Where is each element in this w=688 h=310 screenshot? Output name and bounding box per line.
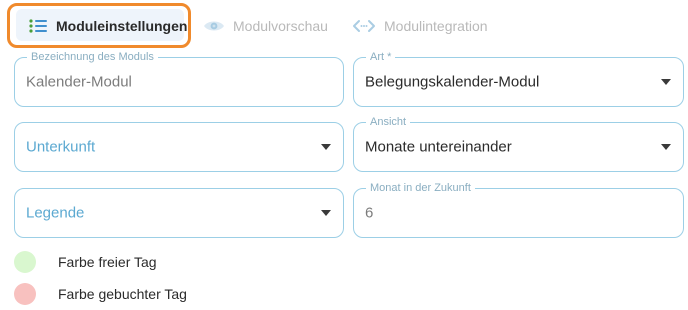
art-select[interactable]: Art * Belegungskalender-Modul [353, 50, 684, 107]
chevron-down-icon [321, 144, 331, 150]
chevron-down-icon [321, 210, 331, 216]
tab-label: Modulvorschau [233, 18, 328, 34]
bezeichnung-field[interactable]: Bezeichnung des Moduls Kalender-Modul [14, 50, 344, 107]
eye-icon [203, 18, 225, 34]
tab-label: Moduleinstellungen [56, 18, 188, 34]
field-legend: Art * [366, 50, 396, 64]
chevron-down-icon [661, 144, 671, 150]
field-value: Belegungskalender-Modul [365, 73, 540, 91]
field-value: Kalender-Modul [26, 73, 132, 91]
tab-modulintegration[interactable]: Modulintegration [352, 6, 488, 46]
monat-in-zukunft-input[interactable]: Monat in der Zukunft 6 [353, 181, 684, 238]
tab-moduleinstellungen[interactable]: Moduleinstellungen [28, 6, 187, 46]
chevron-down-icon [661, 79, 671, 85]
field-legend: Ansicht [366, 115, 411, 129]
tab-bar: Moduleinstellungen Modulvorschau Modulin… [0, 0, 688, 50]
booked-day-color-row: Farbe gebuchter Tag [14, 283, 187, 305]
booked-day-color-label: Farbe gebuchter Tag [58, 286, 187, 302]
field-value: 6 [365, 204, 374, 222]
legende-select[interactable]: Legende [14, 188, 344, 238]
free-day-color-row: Farbe freier Tag [14, 251, 157, 273]
code-icon [352, 18, 376, 34]
field-placeholder: Unterkunft [26, 138, 96, 156]
field-legend: Monat in der Zukunft [366, 181, 475, 195]
free-day-color-label: Farbe freier Tag [58, 254, 157, 270]
field-value: Monate untereinander [365, 138, 512, 156]
tab-label: Modulintegration [384, 18, 488, 34]
ansicht-select[interactable]: Ansicht Monate untereinander [353, 115, 684, 172]
list-icon [28, 18, 48, 34]
field-legend: Bezeichnung des Moduls [27, 50, 158, 64]
module-settings-panel: Moduleinstellungen Modulvorschau Modulin… [0, 0, 688, 310]
free-day-color-swatch[interactable] [14, 251, 36, 273]
booked-day-color-swatch[interactable] [14, 283, 36, 305]
field-placeholder: Legende [26, 204, 85, 222]
tab-modulvorschau[interactable]: Modulvorschau [203, 6, 328, 46]
unterkunft-select[interactable]: Unterkunft [14, 122, 344, 172]
